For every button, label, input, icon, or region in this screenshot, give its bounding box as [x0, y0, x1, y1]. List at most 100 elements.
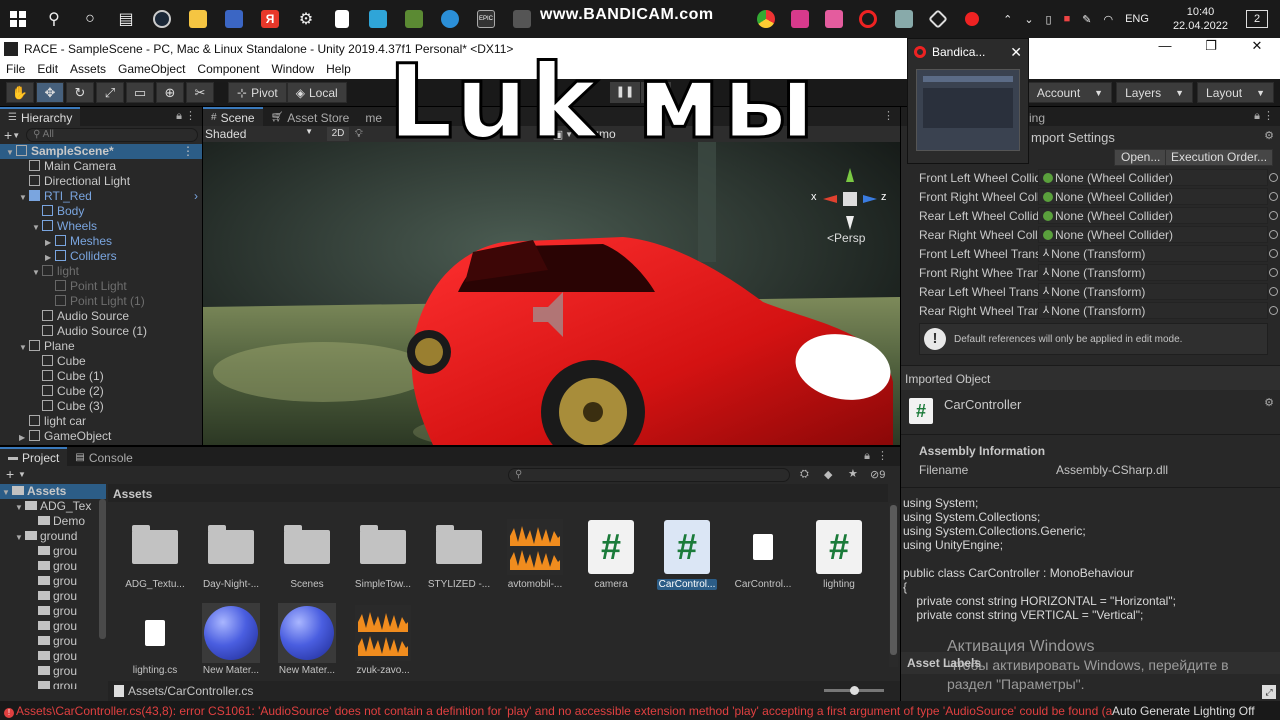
hand-tool-icon[interactable]: ✋: [6, 82, 34, 103]
asset-item[interactable]: New Mater...: [269, 603, 345, 676]
asset-item[interactable]: CarControl...: [725, 517, 801, 590]
hierarchy-item[interactable]: Cube (3): [0, 399, 202, 414]
tree-folder[interactable]: grou: [0, 559, 106, 574]
panel-menu-icon[interactable]: ⋮: [877, 449, 888, 462]
object-field[interactable]: None (Wheel Collider): [1038, 169, 1278, 186]
hierarchy-item[interactable]: Point Light: [0, 279, 202, 294]
expand-arrow-icon[interactable]: ▼: [19, 190, 29, 205]
hierarchy-item[interactable]: ▶ Colliders: [0, 249, 202, 264]
expand-arrow-icon[interactable]: ▼: [15, 530, 25, 545]
hierarchy-scene-root[interactable]: ▼ SampleScene* ⋮: [0, 144, 202, 159]
scene-viewport[interactable]: x z <Persp: [203, 142, 900, 445]
asset-item[interactable]: STYLIZED -...: [421, 517, 497, 590]
panel-menu-icon[interactable]: ⋮: [185, 109, 196, 122]
asset-item[interactable]: # lighting: [801, 517, 877, 590]
tab-game[interactable]: me: [357, 107, 390, 126]
lock-icon[interactable]: 🔒︎: [176, 110, 182, 123]
icon-size-slider-thumb[interactable]: [850, 686, 859, 695]
hierarchy-item[interactable]: Audio Source: [0, 309, 202, 324]
tree-folder[interactable]: grou: [0, 619, 106, 634]
project-search-input[interactable]: ⚲: [508, 468, 790, 482]
add-icon[interactable]: +: [6, 466, 14, 482]
expand-arrow-icon[interactable]: ▶: [19, 430, 29, 445]
prefab-open-icon[interactable]: ›: [194, 189, 198, 204]
menu-window[interactable]: Window: [271, 62, 314, 76]
cortana-icon[interactable]: ○: [77, 6, 103, 32]
tab-scene[interactable]: # Scene: [203, 107, 263, 126]
object-picker-icon[interactable]: [1269, 249, 1278, 258]
minimize-button[interactable]: —: [1142, 38, 1188, 54]
chevron-up-icon[interactable]: ⌃: [1003, 13, 1012, 26]
windows-start-icon[interactable]: [5, 6, 31, 32]
lighting-toggle-icon[interactable]: 💡︎: [355, 128, 363, 141]
search-icon[interactable]: ⚲: [41, 6, 67, 32]
hierarchy-item[interactable]: Directional Light: [0, 174, 202, 189]
object-field[interactable]: ⅄ None (Transform): [1038, 302, 1278, 319]
object-picker-icon[interactable]: [1269, 306, 1278, 315]
panel-menu-icon[interactable]: ⋮: [1263, 109, 1274, 122]
tree-folder[interactable]: grou: [0, 574, 106, 589]
move-tool-icon[interactable]: ✥: [36, 82, 64, 103]
object-field[interactable]: ⅄ None (Transform): [1038, 264, 1278, 281]
auto-generate-lighting-status[interactable]: Auto Generate Lighting Off: [1112, 704, 1255, 718]
asset-item[interactable]: SimpleTow...: [345, 517, 421, 590]
panel-menu-icon[interactable]: ⋮: [883, 109, 894, 122]
rotate-tool-icon[interactable]: ↻: [66, 82, 94, 103]
hierarchy-item[interactable]: Point Light (1): [0, 294, 202, 309]
scene-menu-icon[interactable]: ⋮: [182, 144, 194, 159]
minecraft-icon[interactable]: [401, 6, 427, 32]
object-picker-icon[interactable]: [1269, 230, 1278, 239]
expand-arrow-icon[interactable]: ▶: [45, 250, 55, 265]
object-field[interactable]: None (Wheel Collider): [1038, 188, 1278, 205]
tree-folder[interactable]: grou: [0, 589, 106, 604]
settings-gear-icon[interactable]: ⚙: [1264, 129, 1274, 142]
label-tag-icon[interactable]: ◆: [824, 468, 832, 481]
tree-folder[interactable]: grou: [0, 634, 106, 649]
close-button[interactable]: ✕: [1234, 38, 1280, 54]
bandicam-preview-thumbnail[interactable]: [916, 69, 1020, 151]
asset-item[interactable]: # CarControl...: [649, 517, 725, 590]
open-button[interactable]: Open...: [1114, 149, 1168, 166]
layout-dropdown[interactable]: Layout ▼: [1197, 82, 1274, 103]
tab-hierarchy[interactable]: ☰ Hierarchy: [0, 107, 81, 126]
expand-arrow-icon[interactable]: ▼: [19, 340, 29, 355]
wifi-icon[interactable]: ◠: [1103, 13, 1113, 26]
hierarchy-item[interactable]: Cube: [0, 354, 202, 369]
object-picker-icon[interactable]: [1269, 268, 1278, 277]
yandex-icon[interactable]: Я: [257, 6, 283, 32]
hierarchy-item[interactable]: ▶ Meshes: [0, 234, 202, 249]
caret-down-icon[interactable]: ▼: [18, 470, 26, 479]
add-icon[interactable]: +: [4, 127, 12, 143]
projection-toggle[interactable]: <Persp: [827, 231, 865, 245]
2d-toggle[interactable]: 2D: [327, 127, 349, 141]
pen-icon[interactable]: ✎: [1082, 13, 1091, 26]
asset-item[interactable]: Scenes: [269, 517, 345, 590]
maximize-button[interactable]: ❐: [1188, 38, 1234, 54]
chrome-icon[interactable]: [753, 6, 779, 32]
tree-folder[interactable]: ▼ ADG_Tex: [0, 499, 106, 514]
steam-icon[interactable]: [149, 6, 175, 32]
bandicam-record-icon[interactable]: [959, 6, 985, 32]
tab-project[interactable]: ▬ Project: [0, 447, 68, 466]
object-picker-icon[interactable]: [1269, 211, 1278, 220]
object-field[interactable]: None (Wheel Collider): [1038, 207, 1278, 224]
tree-folder[interactable]: grou: [0, 544, 106, 559]
execution-order-button[interactable]: Execution Order...: [1165, 149, 1274, 166]
file-explorer-icon[interactable]: [185, 6, 211, 32]
battery-icon[interactable]: ▯: [1046, 13, 1052, 26]
close-icon[interactable]: ✕: [1010, 44, 1022, 61]
filter-type-icon[interactable]: ⛭: [800, 468, 809, 481]
epic-games-icon[interactable]: EPIC: [473, 6, 499, 32]
tree-folder[interactable]: grou: [0, 604, 106, 619]
tree-folder[interactable]: grou: [0, 679, 106, 689]
expand-arrow-icon[interactable]: ▼: [6, 145, 16, 160]
icon-size-slider[interactable]: [824, 686, 884, 695]
app-icon[interactable]: [787, 6, 813, 32]
hierarchy-item[interactable]: Cube (2): [0, 384, 202, 399]
document-icon[interactable]: [329, 6, 355, 32]
object-picker-icon[interactable]: [1269, 192, 1278, 201]
unity-hub-icon[interactable]: [925, 6, 951, 32]
tree-folder[interactable]: ▼ ground: [0, 529, 106, 544]
lock-icon[interactable]: 🔒︎: [1254, 110, 1260, 123]
object-picker-icon[interactable]: [1269, 173, 1278, 182]
